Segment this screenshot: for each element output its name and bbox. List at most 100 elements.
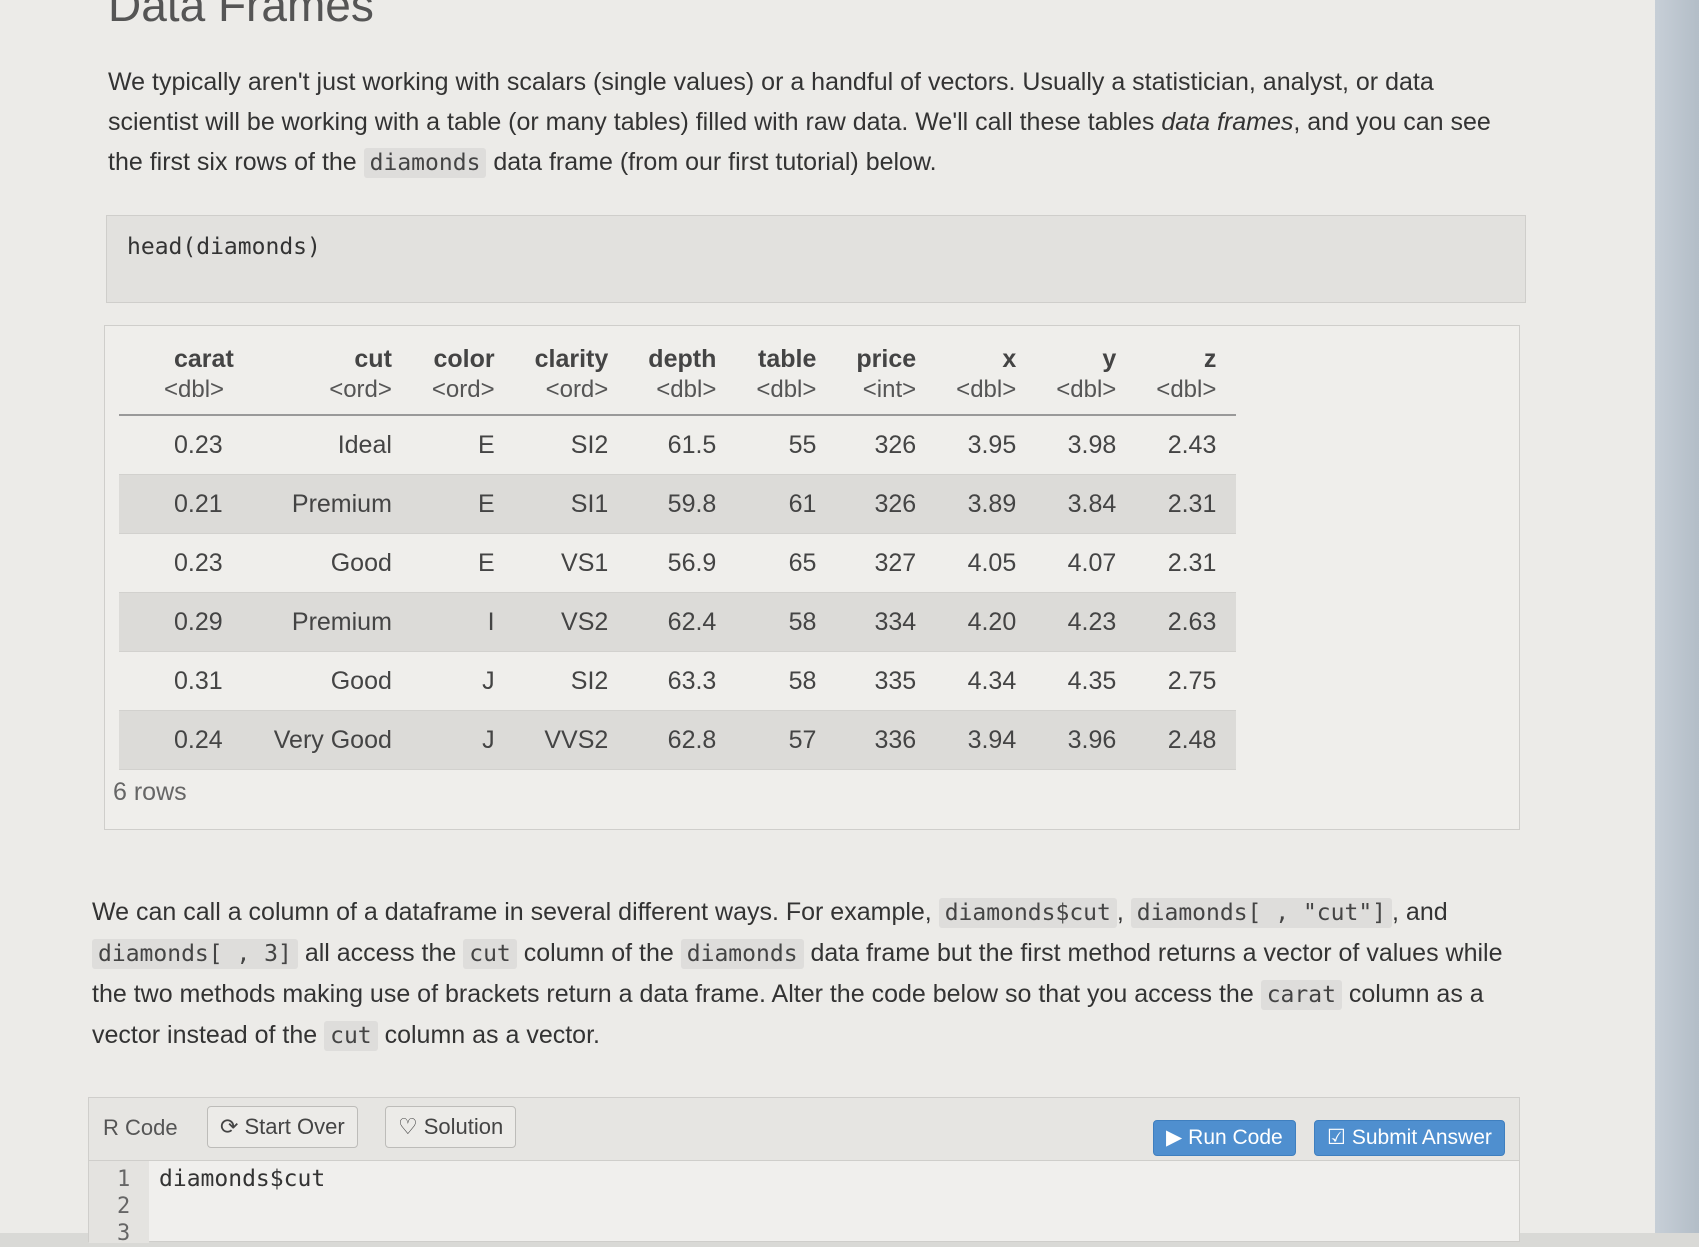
table-cell: Ideal xyxy=(253,415,412,475)
table-cell: 2.31 xyxy=(1136,533,1237,593)
table-row: 0.24 Very Good J VVS2 62.8 57 336 3.94 3.96 2.48 xyxy=(119,710,1237,770)
line-numbers: 1 2 3 xyxy=(117,1166,130,1247)
table-cell: 58 xyxy=(736,592,837,652)
inline-code: diamonds$cut xyxy=(938,898,1117,928)
table-cell: 0.24 xyxy=(119,710,254,770)
column-header[interactable]: table xyxy=(736,330,836,376)
table-cell: 0.23 xyxy=(119,415,254,475)
table-cell: 58 xyxy=(736,651,837,711)
table-row: 0.31 Good J SI2 63.3 58 335 4.34 4.35 2.75 xyxy=(119,651,1237,711)
column-type: <ord> xyxy=(411,376,515,416)
table-cell: 65 xyxy=(736,533,837,593)
column-header[interactable]: x xyxy=(936,330,1036,376)
line-number: 2 xyxy=(117,1194,131,1219)
code-exercise: R Code ⟳ Start Over ♡ Solution ▶ Run Code ☑… xyxy=(88,1097,1520,1246)
explanation-text: , xyxy=(1116,898,1131,926)
code-input-block: head(diamonds) xyxy=(106,215,1526,303)
table-row: 0.23 Ideal E SI2 61.5 55 326 3.95 3.98 2.43 xyxy=(119,415,1237,475)
explanation-text: We can call a column of a dataframe in s… xyxy=(92,898,939,926)
table-cell: 4.20 xyxy=(936,592,1037,652)
code-editor-line[interactable]: diamonds$cut xyxy=(159,1166,325,1192)
column-header[interactable]: y xyxy=(1036,330,1136,376)
inline-code: diamonds[ , 3] xyxy=(92,939,298,969)
column-header[interactable]: depth xyxy=(628,330,736,376)
dataframe-table: carat cut color clarity depth table pric… xyxy=(119,330,1237,770)
column-header[interactable]: price xyxy=(836,330,936,376)
column-header[interactable]: carat xyxy=(119,330,254,376)
table-cell: 3.84 xyxy=(1036,474,1137,534)
table-cell: VVS2 xyxy=(514,710,629,770)
code-input-text: head(diamonds) xyxy=(127,234,321,260)
column-type: <dbl> xyxy=(936,376,1037,416)
table-cell: SI2 xyxy=(514,651,629,711)
inline-code: cut xyxy=(463,939,517,969)
table-cell: Good xyxy=(253,533,412,593)
inline-code: cut xyxy=(324,1021,378,1051)
line-number: 3 xyxy=(117,1221,131,1246)
table-cell: 2.48 xyxy=(1136,710,1237,770)
column-type: <dbl> xyxy=(119,376,254,416)
table-cell: 3.89 xyxy=(936,474,1037,534)
table-cell: 0.23 xyxy=(119,533,254,593)
explanation-text: all access the xyxy=(297,939,464,967)
column-header[interactable]: color xyxy=(412,330,515,376)
tutorial-page: Data Frames We typically aren't just wor… xyxy=(0,0,1655,1246)
column-header[interactable]: clarity xyxy=(515,330,629,376)
table-cell: SI1 xyxy=(514,474,629,534)
solution-label: Solution xyxy=(423,1114,504,1139)
lightbulb-icon: ♡ xyxy=(398,1114,418,1139)
exercise-toolbar: R Code ⟳ Start Over ♡ Solution ▶ Run Code ☑… xyxy=(89,1098,1519,1161)
column-type: <ord> xyxy=(253,376,412,416)
play-icon: ▶ xyxy=(1166,1126,1183,1149)
table-cell: 55 xyxy=(736,415,837,475)
table-row: 0.23 Good E VS1 56.9 65 327 4.05 4.07 2.31 xyxy=(119,533,1237,593)
table-cell: J xyxy=(411,710,515,770)
table-cell: 3.96 xyxy=(1036,710,1137,770)
table-cell: 4.35 xyxy=(1036,651,1137,711)
table-cell: 0.21 xyxy=(119,474,254,534)
start-over-button[interactable]: ⟳ Start Over xyxy=(207,1106,358,1148)
table-cell: 4.07 xyxy=(1036,533,1137,593)
table-cell: 0.31 xyxy=(119,651,254,711)
column-header[interactable]: z xyxy=(1136,330,1236,376)
table-cell: 63.3 xyxy=(628,651,737,711)
column-header[interactable]: cut xyxy=(254,330,412,376)
explanation-text: column of the xyxy=(516,939,681,967)
inline-code: diamonds[ , "cut"] xyxy=(1130,898,1393,928)
table-cell: VS1 xyxy=(514,533,629,593)
table-cell: 4.23 xyxy=(1036,592,1137,652)
table-cell: 62.4 xyxy=(628,592,737,652)
header-row: carat cut color clarity depth table pric… xyxy=(119,330,1236,376)
column-type: <dbl> xyxy=(1036,376,1137,416)
table-cell: E xyxy=(411,474,515,534)
table-cell: 4.05 xyxy=(936,533,1037,593)
table-cell: 3.94 xyxy=(936,710,1037,770)
table-cell: 61 xyxy=(736,474,837,534)
table-cell: J xyxy=(411,651,515,711)
table-cell: SI2 xyxy=(514,415,629,475)
table-cell: 334 xyxy=(836,592,937,652)
inline-code: diamonds xyxy=(680,939,804,969)
submit-answer-button[interactable]: ☑ Submit Answer xyxy=(1314,1120,1505,1156)
table-cell: 2.31 xyxy=(1136,474,1237,534)
column-type: <dbl> xyxy=(736,376,837,416)
table-cell: Premium xyxy=(253,592,412,652)
section-heading: Data Frames xyxy=(108,0,374,31)
solution-button[interactable]: ♡ Solution xyxy=(385,1106,517,1148)
table-cell: I xyxy=(411,592,515,652)
table-cell: 3.98 xyxy=(1036,415,1137,475)
start-over-label: Start Over xyxy=(244,1114,345,1139)
submit-answer-label: Submit Answer xyxy=(1351,1126,1492,1149)
table-cell: 4.34 xyxy=(936,651,1037,711)
inline-code: carat xyxy=(1260,980,1342,1010)
column-type: <dbl> xyxy=(628,376,737,416)
table-cell: 3.95 xyxy=(936,415,1037,475)
line-number: 1 xyxy=(117,1167,131,1192)
explanation-paragraph: We can call a column of a dataframe in s… xyxy=(92,892,1532,1056)
table-cell: E xyxy=(411,415,515,475)
table-cell: 2.43 xyxy=(1136,415,1237,475)
run-code-button[interactable]: ▶ Run Code xyxy=(1153,1120,1296,1156)
table-cell: Very Good xyxy=(253,710,412,770)
table-cell: 2.75 xyxy=(1136,651,1237,711)
table-cell: E xyxy=(411,533,515,593)
